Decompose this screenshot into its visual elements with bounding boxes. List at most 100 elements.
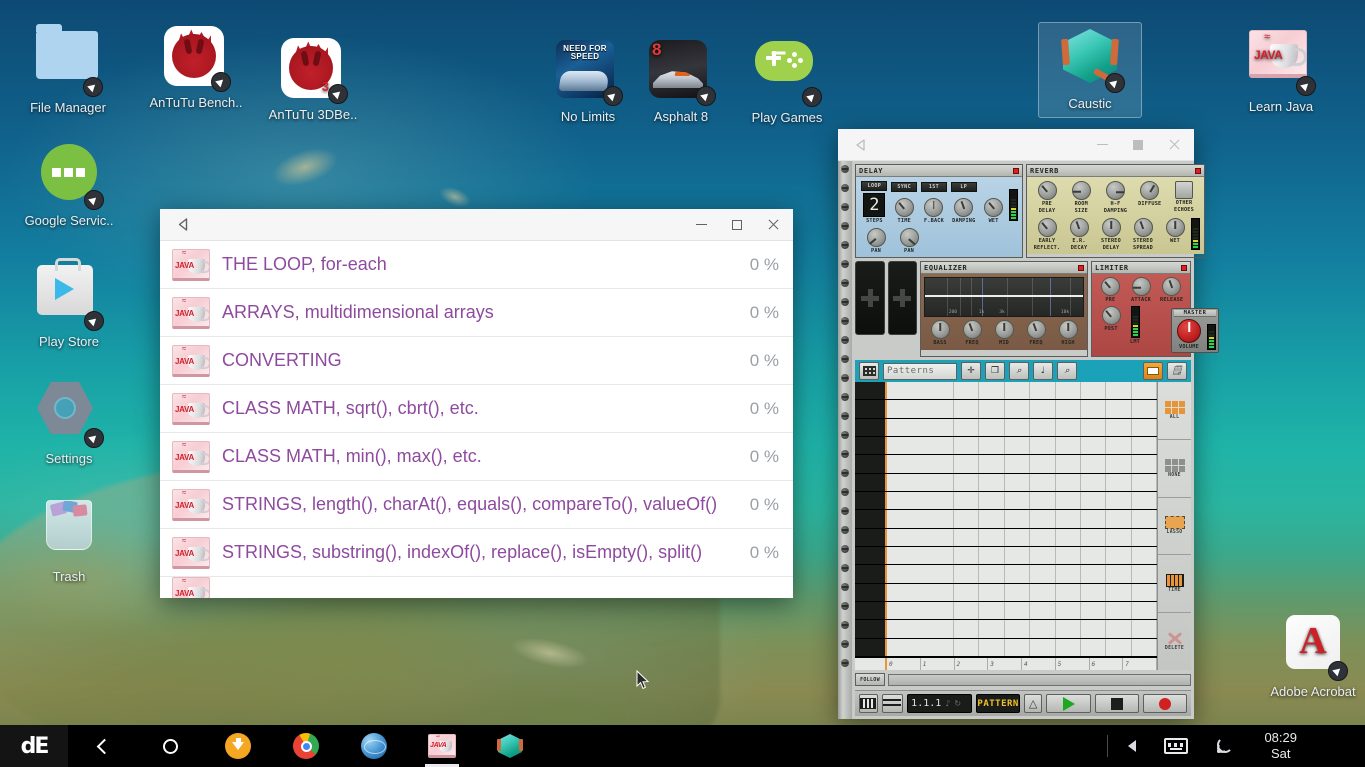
- limiter-pre-control[interactable]: PRE: [1095, 277, 1126, 304]
- sequencer-row[interactable]: [855, 418, 1157, 437]
- reverb-wet-control[interactable]: WET: [1159, 218, 1191, 251]
- equalizer-graph[interactable]: 200 1k 3k 10k: [924, 277, 1084, 317]
- desktop-icon-google-services[interactable]: Google Servic..: [17, 140, 121, 234]
- delay-loop-button[interactable]: LOOP: [861, 181, 888, 191]
- grid-view-button[interactable]: [859, 362, 879, 380]
- record-button[interactable]: [1142, 694, 1187, 713]
- lane-cells[interactable]: [954, 382, 1157, 400]
- reverb-otherechoes-control[interactable]: OTHER ECHOES: [1168, 181, 1200, 214]
- mode-button[interactable]: PATTERN: [976, 694, 1020, 713]
- lane-header[interactable]: [855, 491, 887, 510]
- lane-cells[interactable]: [954, 546, 1157, 565]
- clock[interactable]: 08:29 Sat: [1250, 730, 1311, 763]
- limiter-attack-control[interactable]: ATTACK: [1126, 277, 1157, 304]
- keyboard-button[interactable]: [859, 694, 878, 713]
- lane-pattern-name[interactable]: [887, 528, 954, 546]
- lane-cells[interactable]: [954, 473, 1157, 491]
- lane-cells[interactable]: [954, 400, 1157, 418]
- sequencer-row[interactable]: [855, 436, 1157, 456]
- taskbar-app-downloads[interactable]: [204, 725, 272, 767]
- copy-tool-button[interactable]: ❐: [985, 362, 1005, 380]
- lesson-row[interactable]: ≈ JAVA CLASS MATH, min(), max(), etc. 0 %: [160, 433, 793, 481]
- eq-freq2-knob[interactable]: [1026, 320, 1046, 339]
- delay-wet-control[interactable]: WET: [979, 182, 1008, 225]
- reverb-panel[interactable]: REVERB PRE DELAY ROOM SIZE H-F DAMPING D…: [1026, 164, 1205, 258]
- delay-led-icon[interactable]: [1013, 167, 1019, 174]
- lane-header[interactable]: [855, 546, 887, 565]
- desktop-icon-trash[interactable]: Trash: [17, 494, 121, 590]
- lane-header[interactable]: [855, 473, 887, 491]
- lane-header[interactable]: [855, 565, 887, 583]
- reverb-predelay-knob[interactable]: [1037, 181, 1057, 200]
- lesson-row[interactable]: ≈ JAVA STRINGS, length(), charAt(), equals…: [160, 481, 793, 529]
- taskbar-app-learn-java[interactable]: ≈ JAVA: [408, 725, 476, 767]
- reverb-roomsize-knob[interactable]: [1071, 181, 1091, 200]
- tray-wifi-button[interactable]: [1202, 725, 1250, 767]
- lane-header[interactable]: [855, 436, 887, 455]
- desktop-icon-caustic[interactable]: Caustic: [1038, 22, 1142, 118]
- lane-cells[interactable]: [954, 510, 1157, 528]
- tool-select-none[interactable]: NONE: [1158, 440, 1191, 498]
- launcher-button[interactable]: dE: [0, 725, 68, 767]
- delay-pan-right-knob[interactable]: [899, 227, 919, 247]
- lesson-row[interactable]: ≈ JAVA STRINGS, substring(), indexOf(), re…: [160, 529, 793, 577]
- tray-expand-button[interactable]: [1114, 725, 1150, 767]
- delay-damping-control[interactable]: LP DAMPING: [949, 182, 978, 225]
- lane-header[interactable]: [855, 620, 887, 638]
- lane-pattern-name[interactable]: [887, 510, 954, 528]
- desktop-icon-asphalt-8[interactable]: 8 Asphalt 8: [629, 36, 733, 130]
- lane-header[interactable]: [855, 638, 887, 656]
- sequencer-row[interactable]: [855, 382, 1157, 401]
- reverb-wet-knob[interactable]: [1165, 218, 1185, 237]
- stop-button[interactable]: [1094, 694, 1139, 713]
- lane-cells[interactable]: [954, 583, 1157, 601]
- delay-damping-knob[interactable]: [954, 198, 974, 217]
- lesson-row[interactable]: ≈ JAVA THE LOOP, for-each 0 %: [160, 241, 793, 289]
- delay-pan-right-control[interactable]: PAN: [893, 227, 925, 255]
- reverb-otherechoes-button[interactable]: [1175, 181, 1193, 199]
- tool-delete[interactable]: DELETE: [1158, 613, 1191, 670]
- fx-slot-2[interactable]: [887, 261, 917, 335]
- sequencer-row[interactable]: [855, 400, 1157, 419]
- reverb-erdecay-knob[interactable]: [1069, 218, 1089, 237]
- limiter-attack-knob[interactable]: [1131, 277, 1151, 296]
- lane-header[interactable]: [855, 400, 887, 418]
- reverb-predelay-control[interactable]: PRE DELAY: [1031, 181, 1063, 214]
- master-section[interactable]: MASTER VOLUME: [1171, 307, 1219, 353]
- reverb-diffuse-knob[interactable]: [1140, 181, 1160, 200]
- desktop-icon-settings[interactable]: Settings: [17, 376, 121, 472]
- lane-pattern-name[interactable]: [887, 382, 954, 400]
- sequencer-ruler[interactable]: 01234567: [855, 657, 1157, 670]
- lane-header[interactable]: [855, 528, 887, 546]
- lane-cells[interactable]: [954, 601, 1157, 620]
- sequencer-row[interactable]: [855, 473, 1157, 492]
- tray-keyboard-button[interactable]: [1150, 725, 1202, 767]
- back-icon[interactable]: [170, 212, 196, 238]
- delay-feedback-knob[interactable]: [924, 198, 944, 217]
- delay-panel[interactable]: DELAY LOOP 2 STEPS SYNC TIME 1ST F.BACK …: [855, 164, 1023, 258]
- delay-time-knob[interactable]: [894, 198, 914, 217]
- lane-header[interactable]: [855, 418, 887, 436]
- clear-button[interactable]: 🗒: [1167, 362, 1187, 380]
- eq-bass-control[interactable]: BASS: [924, 320, 956, 347]
- desktop-icon-play-games[interactable]: Play Games: [735, 30, 839, 131]
- lane-cells[interactable]: [954, 491, 1157, 510]
- lane-pattern-name[interactable]: [887, 620, 954, 638]
- delay-time-control[interactable]: SYNC TIME: [890, 182, 919, 225]
- master-volume-control[interactable]: VOLUME: [1174, 318, 1204, 351]
- play-button[interactable]: [1046, 694, 1091, 713]
- delay-pan-left-knob[interactable]: [866, 227, 886, 247]
- desktop-icon-adobe-acrobat[interactable]: A Adobe Acrobat: [1261, 610, 1365, 705]
- delay-pan-left-control[interactable]: PAN: [860, 227, 892, 255]
- eq-mid-control[interactable]: MID: [988, 320, 1020, 347]
- lane-cells[interactable]: [954, 638, 1157, 656]
- view-toggle-button[interactable]: [1143, 362, 1163, 380]
- limiter-release-control[interactable]: RELEASE: [1156, 277, 1187, 304]
- limiter-post-control[interactable]: POST: [1095, 305, 1127, 346]
- lane-pattern-name[interactable]: [887, 436, 954, 455]
- lane-header[interactable]: [855, 455, 887, 473]
- taskbar-app-browser[interactable]: [340, 725, 408, 767]
- move-tool-button[interactable]: ✛: [961, 362, 981, 380]
- note-value-button[interactable]: ♩: [1033, 362, 1053, 380]
- tool-lasso[interactable]: LASSO: [1158, 498, 1191, 556]
